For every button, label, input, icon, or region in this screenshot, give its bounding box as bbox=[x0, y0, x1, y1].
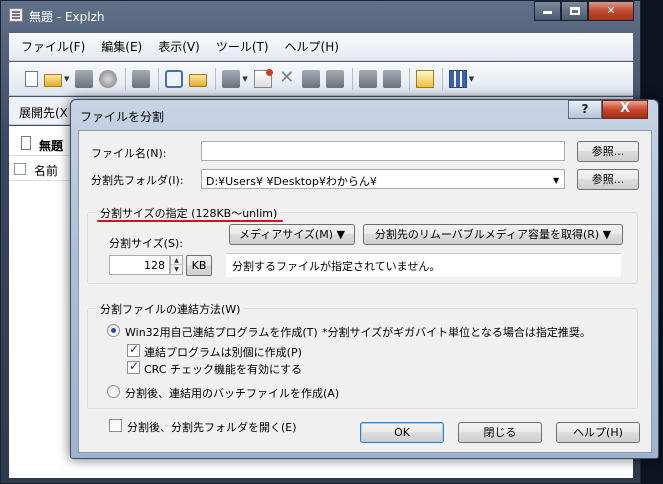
dest-folder-label: 分割先フォルダ(I): bbox=[91, 174, 184, 187]
open-dropdown-icon[interactable]: ▼ bbox=[64, 75, 69, 83]
join-icon[interactable] bbox=[382, 69, 401, 88]
ok-button[interactable]: OK bbox=[360, 422, 444, 443]
compress-icon[interactable] bbox=[222, 69, 241, 88]
sfx-radio-label[interactable]: Win32用自己連結プログラムを作成(T) bbox=[125, 324, 318, 340]
folder-icon[interactable] bbox=[189, 73, 208, 87]
media-size-button[interactable]: メディアサイズ(M) ▼ bbox=[229, 224, 355, 245]
menu-file[interactable]: ファイル(F) bbox=[21, 38, 85, 55]
window-title: 無題 - Explzh bbox=[29, 10, 105, 24]
maximize-icon bbox=[569, 7, 580, 15]
question-icon: ? bbox=[581, 102, 589, 116]
size-unit-button[interactable]: KB bbox=[186, 255, 212, 276]
menubar: ファイル(F) 編集(E) 表示(V) ツール(T) ヘルプ(H) bbox=[9, 33, 633, 61]
help-button[interactable]: ヘルプ(H) bbox=[556, 422, 640, 443]
document-icon bbox=[21, 136, 31, 150]
dest-folder-combo[interactable]: D:¥Users¥ ¥Desktop¥わからん¥ bbox=[201, 169, 565, 189]
app-icon[interactable] bbox=[9, 8, 23, 22]
split-size-legend: 分割サイズの指定 (128KB〜unlim) bbox=[97, 205, 281, 221]
red-underline-annotation bbox=[97, 220, 283, 222]
open-folder-after-checkbox[interactable] bbox=[109, 419, 122, 432]
close-button[interactable]: 閉じる bbox=[458, 422, 542, 443]
browse-folder-button[interactable]: 参照... bbox=[577, 169, 639, 190]
split-size-input[interactable]: 128 bbox=[109, 255, 170, 275]
select-all-checkbox[interactable] bbox=[14, 163, 26, 175]
toolbar: ▼ ▼ ✕ ▼ bbox=[9, 62, 633, 96]
close-window-button[interactable]: ✕ bbox=[588, 1, 634, 21]
removable-media-button[interactable]: 分割先のリムーバブルメディア容量を取得(R) ▼ bbox=[363, 224, 623, 245]
dialog-body: ファイル名(N): 参照... 分割先フォルダ(I): D:¥Users¥ ¥D… bbox=[78, 130, 652, 453]
menu-tools[interactable]: ツール(T) bbox=[216, 38, 269, 55]
split-icon[interactable] bbox=[358, 69, 377, 88]
extract-icon[interactable] bbox=[132, 69, 151, 88]
open-folder-after-label[interactable]: 分割後、分割先フォルダを開く(E) bbox=[127, 419, 297, 435]
crc-check-checkbox[interactable] bbox=[127, 359, 140, 374]
toolbar-separator bbox=[125, 67, 127, 90]
split-message: 分割するファイルが指定されていません。 bbox=[226, 253, 621, 277]
caption-buttons: ✕ bbox=[534, 1, 634, 21]
compress-dropdown-icon[interactable]: ▼ bbox=[242, 75, 247, 83]
spin-up-icon[interactable]: ▲ bbox=[171, 256, 182, 265]
join-method-legend: 分割ファイルの連結方法(W) bbox=[97, 301, 244, 317]
menu-help[interactable]: ヘルプ(H) bbox=[285, 38, 339, 55]
new-archive-icon[interactable] bbox=[25, 70, 38, 87]
sfx-radio[interactable] bbox=[107, 324, 120, 337]
toolbar-separator bbox=[215, 67, 217, 90]
split-size-spinner[interactable]: ▲ ▼ bbox=[170, 255, 183, 275]
view-icon[interactable] bbox=[165, 69, 184, 88]
toolbar-separator bbox=[441, 67, 443, 90]
dest-folder-dropdown-icon[interactable]: ▼ bbox=[553, 176, 559, 185]
dialog-title: ファイルを分割 bbox=[80, 110, 165, 124]
minimize-icon bbox=[543, 11, 552, 14]
minimize-button[interactable] bbox=[534, 1, 561, 21]
toolbar-separator bbox=[408, 67, 410, 90]
edit-icon[interactable] bbox=[325, 69, 344, 88]
batch-radio[interactable] bbox=[107, 385, 120, 398]
delete-icon[interactable]: ✕ bbox=[278, 68, 296, 88]
crc-check-label[interactable]: CRC チェック機能を有効にする bbox=[144, 361, 302, 377]
view-mode-icon[interactable] bbox=[448, 69, 467, 88]
open-icon[interactable] bbox=[44, 73, 62, 87]
browse-file-button[interactable]: 参照... bbox=[577, 141, 639, 162]
close-icon: ✕ bbox=[606, 4, 616, 17]
batch-radio-label[interactable]: 分割後、連結用のバッチファイルを作成(A) bbox=[125, 385, 339, 401]
spin-down-icon[interactable]: ▼ bbox=[171, 265, 182, 274]
add-file-icon[interactable] bbox=[253, 68, 273, 88]
column-name-label: 名前 bbox=[34, 164, 59, 178]
split-size-label: 分割サイズ(S): bbox=[109, 237, 183, 250]
separate-program-label[interactable]: 連結プログラムは別個に作成(P) bbox=[144, 344, 302, 360]
sfx-icon[interactable] bbox=[415, 69, 434, 88]
dest-folder-value: D:¥Users¥ ¥Desktop¥わからん¥ bbox=[206, 175, 377, 188]
extract-path-label: 展開先(X bbox=[19, 106, 68, 120]
tree-root-label: 無題 bbox=[39, 139, 64, 153]
rename-icon[interactable] bbox=[301, 69, 320, 88]
filename-label: ファイル名(N): bbox=[91, 147, 167, 160]
toolbar-separator bbox=[351, 67, 353, 90]
sfx-recommend-note: *分割サイズがギガバイト単位となる場合は指定推奨。 bbox=[322, 326, 591, 339]
menu-view[interactable]: 表示(V) bbox=[158, 38, 200, 55]
dialog-help-button[interactable]: ? bbox=[568, 100, 602, 119]
menu-edit[interactable]: 編集(E) bbox=[101, 38, 142, 55]
toolbar-separator bbox=[158, 67, 160, 90]
save-icon[interactable] bbox=[75, 69, 94, 88]
separate-program-checkbox[interactable] bbox=[127, 342, 140, 357]
maximize-button[interactable] bbox=[561, 1, 588, 21]
split-file-dialog: ファイルを分割 ? X ファイル名(N): 参照... 分割先フォルダ(I): … bbox=[70, 99, 659, 459]
main-titlebar[interactable]: 無題 - Explzh ✕ bbox=[1, 1, 640, 29]
filename-input[interactable] bbox=[201, 141, 565, 161]
close-icon: X bbox=[619, 101, 631, 116]
view-mode-dropdown-icon[interactable]: ▼ bbox=[469, 75, 474, 83]
disc-icon[interactable] bbox=[99, 69, 118, 88]
dialog-close-button[interactable]: X bbox=[602, 100, 648, 119]
